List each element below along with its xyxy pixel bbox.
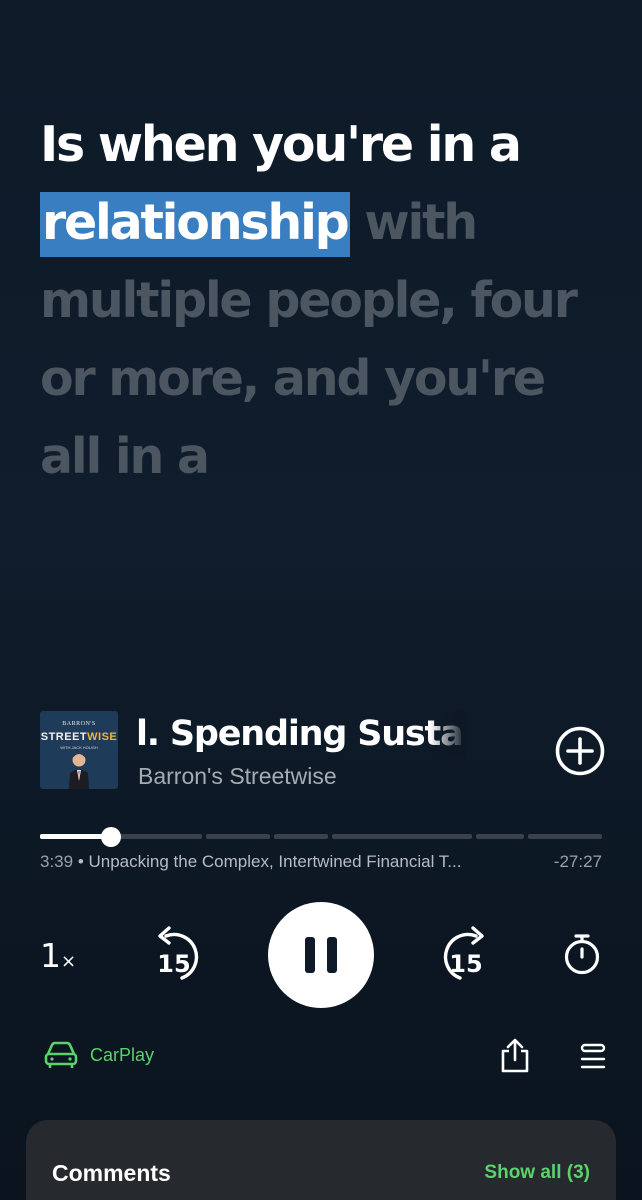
chapter-segment	[476, 834, 524, 839]
artwork-subtitle: WITH JACK HOUGH	[60, 745, 98, 750]
carplay-label: CarPlay	[90, 1045, 155, 1065]
artwork-logo: STREETWISE	[40, 731, 118, 743]
chapter-progress-bar[interactable]	[40, 826, 602, 848]
comments-panel: Comments Show all (3)	[26, 1120, 616, 1200]
svg-text:15: 15	[157, 950, 190, 978]
chapter-segment	[274, 834, 328, 839]
chapter-segment	[332, 834, 472, 839]
skip-forward-button[interactable]: 15	[430, 926, 490, 982]
playback-meta: 3:39 • Unpacking the Complex, Intertwine…	[40, 850, 602, 876]
sleep-timer-icon[interactable]	[560, 932, 604, 976]
podcast-artwork[interactable]: BARRON'S STREETWISE WITH JACK HOUGH	[40, 711, 118, 789]
playback-controls: 1× 15 15	[0, 898, 642, 1008]
episode-title[interactable]: l. Spending Sustaina	[136, 711, 466, 757]
artwork-brand: BARRON'S	[62, 721, 96, 727]
comments-title: Comments	[52, 1160, 171, 1186]
chapter-title: Unpacking the Complex, Intertwined Finan…	[88, 852, 462, 871]
show-name[interactable]: Barron's Streetwise	[138, 763, 337, 790]
car-icon	[44, 1041, 78, 1068]
progress-scrubber-handle[interactable]	[101, 827, 121, 847]
transcript-spoken: Is when you're in a	[40, 116, 522, 173]
up-next-queue-button[interactable]	[578, 1042, 608, 1072]
show-all-comments-button[interactable]: Show all (3)	[484, 1162, 590, 1184]
pause-icon	[305, 937, 337, 973]
chapter-segment	[528, 834, 602, 839]
pause-button[interactable]	[268, 902, 374, 1008]
elapsed-time: 3:39	[40, 852, 74, 871]
remaining-time: -27:27	[553, 852, 602, 871]
share-button[interactable]	[498, 1038, 532, 1074]
host-portrait-icon	[69, 753, 89, 789]
chapter-segment	[206, 834, 270, 839]
svg-text:15: 15	[449, 950, 482, 978]
skip-back-button[interactable]: 15	[152, 926, 212, 982]
transcript-current-word: relationship	[40, 192, 350, 257]
playback-speed-button[interactable]: 1×	[40, 936, 76, 975]
current-chapter[interactable]: 3:39 • Unpacking the Complex, Intertwine…	[40, 852, 461, 872]
add-to-library-button[interactable]	[554, 725, 606, 777]
now-playing-row: BARRON'S STREETWISE WITH JACK HOUGH l. S…	[40, 711, 606, 791]
transcript-text: Is when you're in a relationship with mu…	[40, 106, 610, 496]
